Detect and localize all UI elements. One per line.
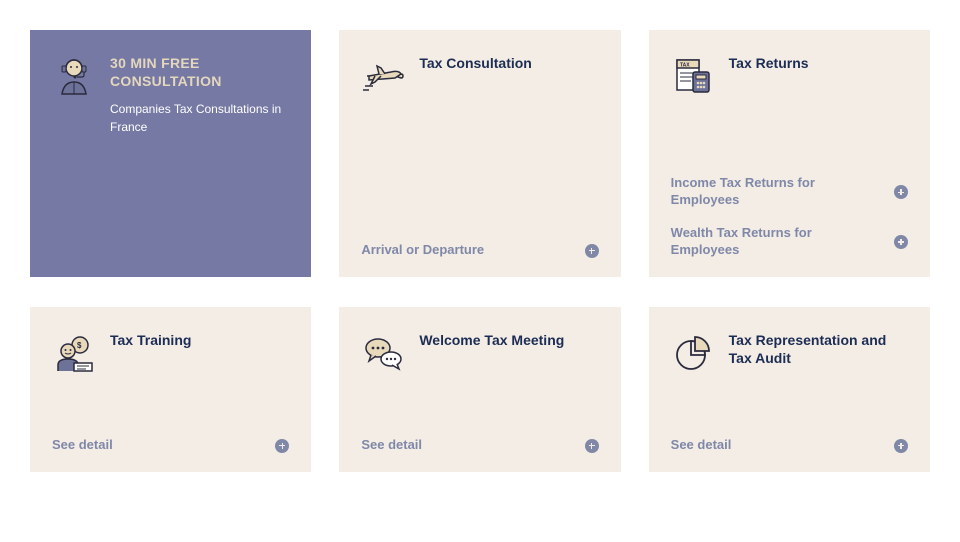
plus-icon	[894, 185, 908, 199]
airplane-icon	[361, 54, 405, 98]
card-welcome-tax-meeting: Welcome Tax Meeting See detail	[339, 307, 620, 472]
card-title: 30 MIN FREE CONSULTATION	[110, 54, 289, 90]
svg-text:$: $	[77, 341, 82, 350]
card-title: Tax Training	[110, 331, 191, 375]
headset-person-icon	[52, 54, 96, 98]
card-tax-consultation: Tax Consultation Arrival or Departure	[339, 30, 620, 277]
card-subtitle: Companies Tax Consultations in France	[110, 100, 289, 136]
link-see-detail[interactable]: See detail	[52, 433, 289, 454]
pie-chart-icon	[671, 331, 715, 375]
link-arrival-departure[interactable]: Arrival or Departure	[361, 238, 598, 259]
link-label: Income Tax Returns for Employees	[671, 175, 871, 209]
chat-bubbles-icon	[361, 331, 405, 375]
link-label: See detail	[361, 437, 422, 454]
link-wealth-tax-returns[interactable]: Wealth Tax Returns for Employees	[671, 221, 908, 259]
link-label: See detail	[671, 437, 732, 454]
card-header: $ Tax Training	[52, 331, 289, 375]
link-see-detail[interactable]: See detail	[361, 433, 598, 454]
services-grid: 30 MIN FREE CONSULTATION Companies Tax C…	[30, 30, 930, 472]
plus-icon	[894, 439, 908, 453]
card-header: 30 MIN FREE CONSULTATION Companies Tax C…	[52, 54, 289, 136]
card-title: Welcome Tax Meeting	[419, 331, 564, 375]
link-label: Wealth Tax Returns for Employees	[671, 225, 871, 259]
card-header: Tax Representation and Tax Audit	[671, 331, 908, 375]
plus-icon	[894, 235, 908, 249]
card-title: Tax Returns	[729, 54, 809, 98]
plus-icon	[585, 439, 599, 453]
link-label: Arrival or Departure	[361, 242, 484, 259]
card-title: Tax Representation and Tax Audit	[729, 331, 908, 375]
svg-text:TAX: TAX	[680, 63, 690, 69]
card-header: Tax Consultation	[361, 54, 598, 98]
link-see-detail[interactable]: See detail	[671, 433, 908, 454]
plus-icon	[275, 439, 289, 453]
link-label: See detail	[52, 437, 113, 454]
card-header: TAX Tax Returns	[671, 54, 908, 98]
card-free-consultation[interactable]: 30 MIN FREE CONSULTATION Companies Tax C…	[30, 30, 311, 277]
card-tax-representation-audit: Tax Representation and Tax Audit See det…	[649, 307, 930, 472]
tax-document-icon: TAX	[671, 54, 715, 98]
card-tax-training: $ Tax Training See detail	[30, 307, 311, 472]
plus-icon	[585, 244, 599, 258]
card-tax-returns: TAX Tax Returns Income Tax Returns for E…	[649, 30, 930, 277]
link-income-tax-returns[interactable]: Income Tax Returns for Employees	[671, 171, 908, 209]
card-header: Welcome Tax Meeting	[361, 331, 598, 375]
card-title: Tax Consultation	[419, 54, 532, 98]
training-icon: $	[52, 331, 96, 375]
